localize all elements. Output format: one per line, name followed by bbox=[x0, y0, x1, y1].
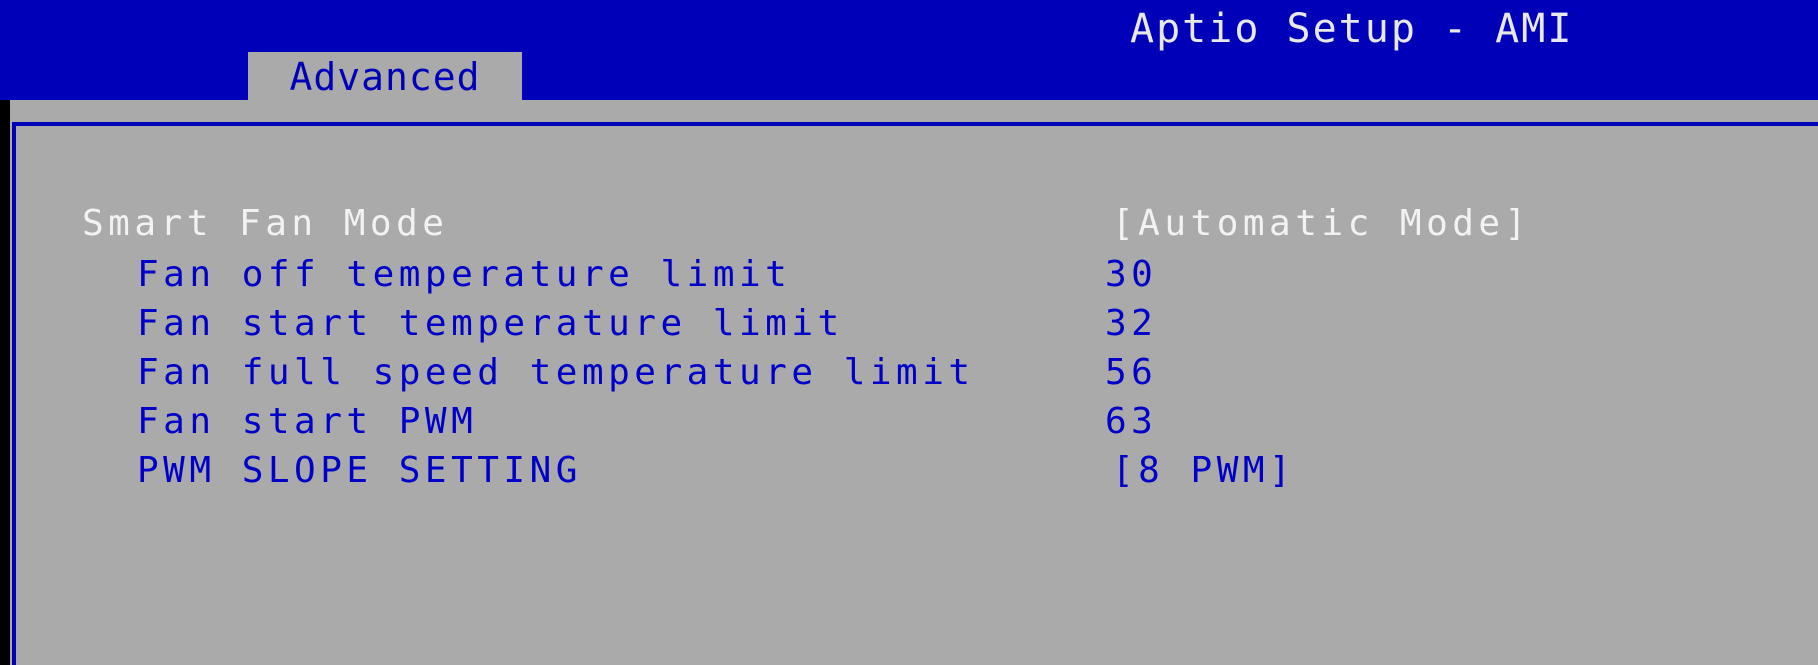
setting-value[interactable]: 63 bbox=[1105, 398, 1157, 446]
setting-row-fan-start-temp[interactable]: Fan start temperature limit 32 bbox=[137, 300, 1537, 348]
setting-row-fan-off-temp[interactable]: Fan off temperature limit 30 bbox=[137, 251, 1537, 299]
setting-label: PWM SLOPE SETTING bbox=[137, 450, 582, 491]
setting-value[interactable]: 30 bbox=[1105, 251, 1157, 299]
setting-label: Fan off temperature limit bbox=[137, 254, 792, 295]
tab-advanced[interactable]: Advanced bbox=[248, 52, 522, 102]
setting-label: Fan start temperature limit bbox=[137, 303, 844, 344]
setting-label: Fan full speed temperature limit bbox=[137, 352, 975, 393]
setting-label: Fan start PWM bbox=[137, 401, 478, 442]
setting-row-fan-full-speed-temp[interactable]: Fan full speed temperature limit 56 bbox=[137, 349, 1537, 397]
setting-value[interactable]: [Automatic Mode] bbox=[1112, 200, 1531, 248]
setting-row-smart-fan-mode[interactable]: Smart Fan Mode [Automatic Mode] bbox=[82, 200, 1582, 248]
setting-value[interactable]: [8 PWM] bbox=[1112, 447, 1295, 495]
setting-row-fan-start-pwm[interactable]: Fan start PWM 63 bbox=[137, 398, 1537, 446]
bios-screen: Aptio Setup - AMI Advanced Smart Fan Mod… bbox=[0, 0, 1818, 665]
setting-value[interactable]: 56 bbox=[1105, 349, 1157, 397]
setting-row-pwm-slope[interactable]: PWM SLOPE SETTING [8 PWM] bbox=[137, 447, 1537, 495]
setting-value[interactable]: 32 bbox=[1105, 300, 1157, 348]
setting-label: Smart Fan Mode bbox=[82, 203, 449, 244]
app-title: Aptio Setup - AMI bbox=[1130, 6, 1574, 52]
header-bar: Aptio Setup - AMI Advanced bbox=[0, 0, 1818, 102]
